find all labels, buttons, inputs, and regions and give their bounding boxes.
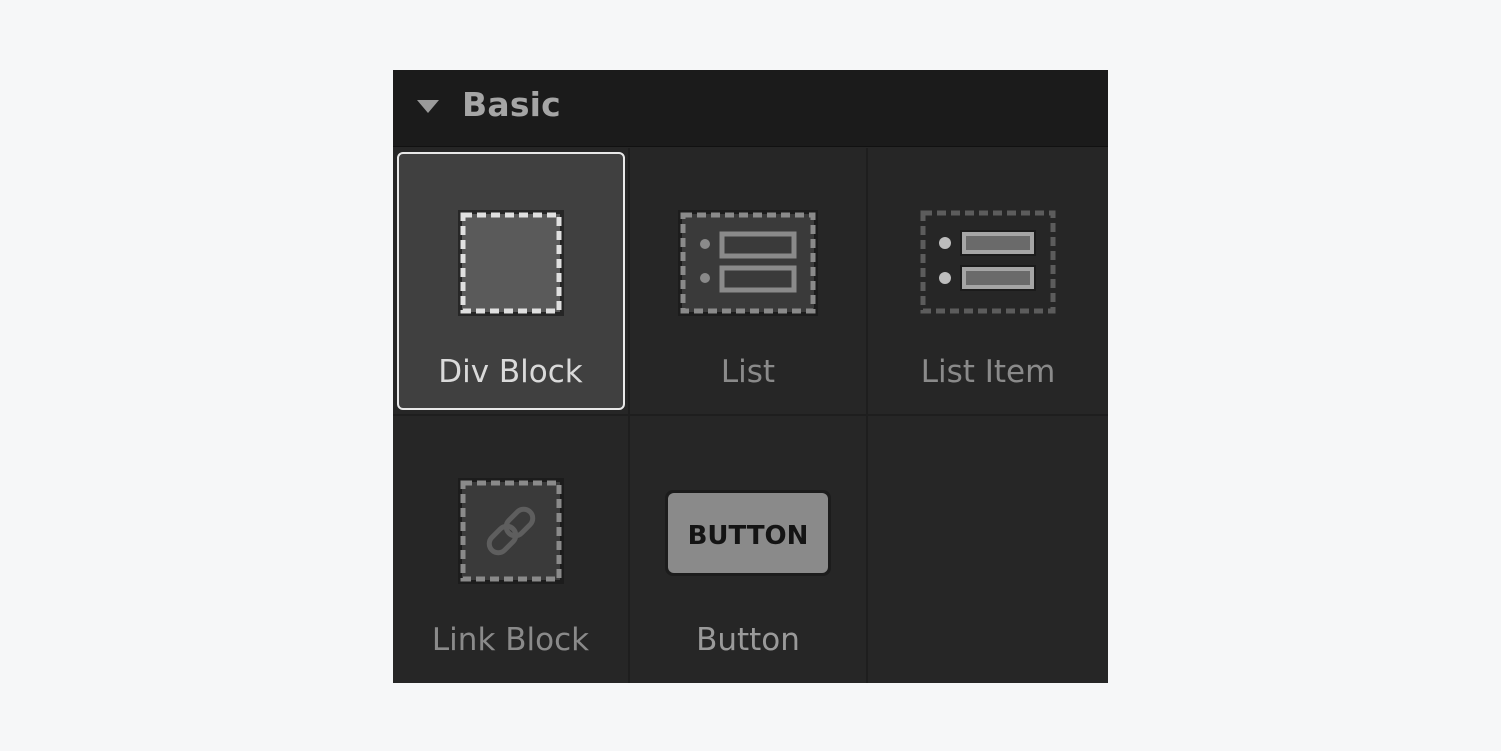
element-label: List Item: [920, 354, 1056, 390]
list-icon: [678, 210, 818, 316]
section-title: Basic: [462, 85, 561, 124]
element-label: Div Block: [438, 354, 583, 390]
element-div-block[interactable]: Div Block: [393, 148, 630, 416]
element-label: List: [720, 354, 776, 390]
section-header-basic[interactable]: Basic: [393, 70, 1108, 147]
caret-down-icon[interactable]: [417, 100, 439, 114]
link-block-icon: [457, 478, 564, 584]
empty-cell: [868, 416, 1108, 683]
button-icon-text: BUTTON: [688, 521, 809, 551]
element-label: Button: [696, 622, 800, 658]
list-item-icon: [920, 210, 1056, 314]
button-icon: BUTTON: [665, 490, 831, 576]
element-list[interactable]: List: [630, 148, 868, 416]
add-elements-panel: Basic Div Block List List Item Link Bloc…: [393, 70, 1108, 683]
element-label: Link Block: [431, 622, 590, 658]
div-block-icon: [457, 210, 564, 316]
element-link-block[interactable]: Link Block: [393, 416, 630, 683]
elements-grid: Div Block List List Item Link Block BUTT…: [393, 148, 1108, 683]
element-button[interactable]: BUTTON Button: [630, 416, 868, 683]
element-list-item[interactable]: List Item: [868, 148, 1108, 416]
